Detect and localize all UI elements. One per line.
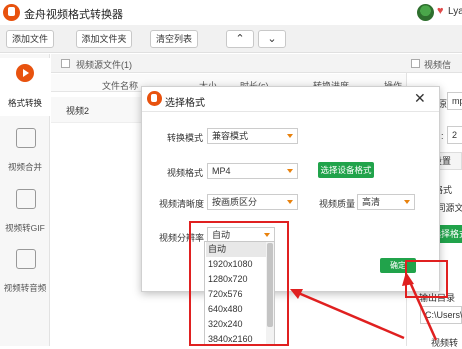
annotation-arrow-left [295,290,405,340]
sidebar-item-label: 格式转换 [7,98,42,108]
video-format-value: MP4 [212,166,231,176]
add-file-button[interactable]: 添加文件 [6,30,54,48]
sidebar-item-format-convert[interactable]: 格式转换 [0,58,50,116]
move-down-button[interactable]: ⌄ [258,30,286,48]
close-icon[interactable]: ✕ [414,91,426,105]
convert-mode-value: 兼容模式 [212,131,249,141]
sidebar-item-video-to-gif[interactable]: 视频转GIF [0,183,50,241]
sidebar-item-label: 视频转音频 [3,283,47,293]
video-format-label: 视频格式 [167,168,204,178]
chevron-down-icon [287,134,293,138]
video-clarity-value: 按画质区分 [212,197,258,207]
video-quality-value: 高清 [362,197,381,207]
convert-mode-select[interactable]: 兼容模式 [207,128,298,144]
add-folder-button[interactable]: 添加文件夹 [76,30,132,48]
avatar[interactable] [417,4,434,21]
convert-mode-label: 转换模式 [167,133,204,143]
chevron-down-icon [287,169,293,173]
file-name-cell: 视频2 [66,106,90,116]
chevron-down-icon [404,200,410,204]
right-row2-label: : [441,131,444,141]
chevron-down-icon [287,200,293,204]
right-panel-title: 视频信 [424,60,452,70]
select-all-checkbox[interactable] [61,59,70,68]
convert-icon [16,64,34,82]
sidebar-item-label: 视频转GIF [5,223,45,233]
audio-icon [16,249,36,269]
gif-icon [16,189,36,209]
sidebar-item-label: 视频合并 [7,162,42,172]
video-format-select[interactable]: MP4 [207,163,298,179]
dialog-title: 选择格式 [165,98,205,109]
column-header-filename: 文件名称 [102,81,139,91]
highlight-box-output [405,260,448,298]
right-row1-input[interactable]: mp [447,92,462,110]
user-name[interactable]: Lya [448,6,462,17]
right-bottom-label: 视频转 [431,338,459,348]
video-quality-label: 视频质量 [319,199,356,209]
output-path-field[interactable]: C:\Users\ad [420,306,462,324]
video-clarity-label: 视频清晰度 [159,199,205,209]
video-quality-select[interactable]: 高清 [357,194,415,210]
right-panel-checkbox[interactable] [411,59,420,68]
heart-icon: ♥ [437,5,444,17]
dialog-logo-icon [147,91,162,106]
file-list-title: 视频源文件(1) [76,60,132,70]
app-title: 金舟视频格式转换器 [24,9,123,21]
move-up-button[interactable]: ⌃ [226,30,254,48]
app-logo-icon [3,4,20,21]
right-row2-input[interactable]: 2 [447,126,462,144]
clear-list-button[interactable]: 清空列表 [150,30,198,48]
highlight-box-resolution [189,221,289,346]
video-clarity-select[interactable]: 按画质区分 [207,194,298,210]
sidebar-item-video-merge[interactable]: 视频合并 [0,122,50,180]
sidebar-item-video-to-audio[interactable]: 视频转音频 [0,243,50,301]
merge-icon [16,128,36,148]
select-device-format-button[interactable]: 选择设备格式 [318,162,374,178]
